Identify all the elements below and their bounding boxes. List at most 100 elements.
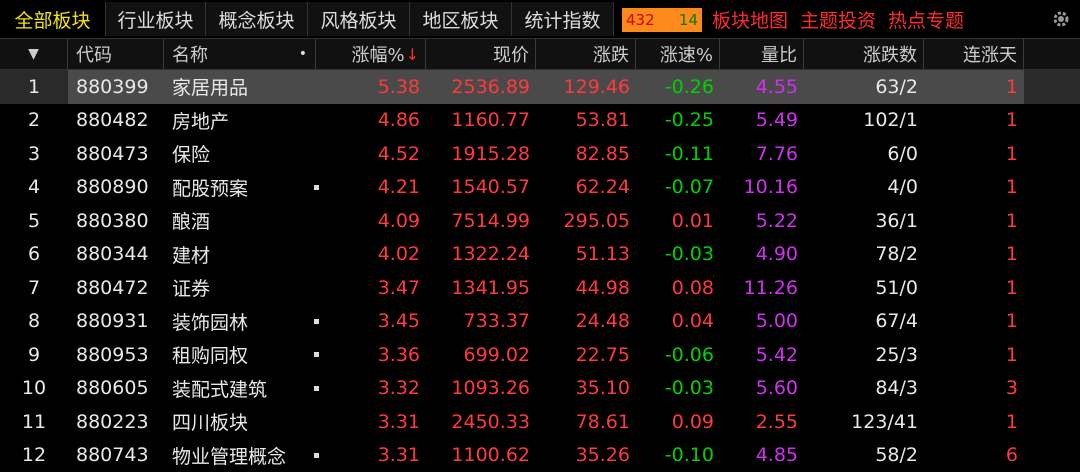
table-row[interactable]: 8880931装饰园林3.45733.3724.480.045.0067/41 (0, 305, 1080, 339)
table-row[interactable]: 9880953租购同权3.36699.0222.75-0.065.4225/31 (0, 338, 1080, 372)
sector-name[interactable]: 装饰园林 (164, 305, 316, 339)
tab-industry-sectors[interactable]: 行业板块 (106, 2, 206, 36)
tab-stat-index[interactable]: 统计指数 (512, 2, 614, 36)
header-price[interactable]: 现价 (426, 39, 536, 69)
sector-code[interactable]: 880890 (68, 171, 164, 205)
up-down-count: 84/3 (804, 372, 924, 406)
sector-name[interactable]: 证券 (164, 271, 316, 305)
change-pct: 3.45 (316, 305, 426, 339)
sector-name-label: 保险 (172, 140, 210, 167)
sector-name[interactable]: 四川板块 (164, 405, 316, 439)
sector-code[interactable]: 880953 (68, 338, 164, 372)
streak-days: 1 (924, 171, 1024, 205)
sector-name[interactable]: 装配式建筑 (164, 372, 316, 406)
speed: 0.08 (636, 271, 720, 305)
tab-region-sectors[interactable]: 地区板块 (410, 2, 512, 36)
sector-name[interactable]: 酿酒 (164, 204, 316, 238)
speed: -0.03 (636, 372, 720, 406)
gear-icon[interactable] (1042, 0, 1080, 38)
streak-days: 1 (924, 305, 1024, 339)
change-pct: 3.31 (316, 439, 426, 472)
speed: -0.10 (636, 439, 720, 472)
table-row[interactable]: 1880399家居用品5.382536.89129.46-0.264.5563/… (0, 70, 1080, 104)
volume-ratio: 5.49 (720, 104, 804, 138)
table-row[interactable]: 2880482房地产4.861160.7753.81-0.255.49102/1… (0, 104, 1080, 138)
sector-code[interactable]: 880473 (68, 137, 164, 171)
volume-ratio: 5.42 (720, 338, 804, 372)
theme-invest-link[interactable]: 主题投资 (794, 2, 882, 36)
change: 78.61 (536, 405, 636, 439)
price: 699.02 (426, 338, 536, 372)
price: 1100.62 (426, 439, 536, 472)
sector-name[interactable]: 配股预案 (164, 171, 316, 205)
speed: 0.09 (636, 405, 720, 439)
volume-ratio: 10.16 (720, 171, 804, 205)
table-row[interactable]: 6880344建材4.021322.2451.13-0.034.9078/21 (0, 238, 1080, 272)
price: 7514.99 (426, 204, 536, 238)
streak-days: 1 (924, 204, 1024, 238)
sector-name-label: 租购同权 (172, 341, 248, 368)
sort-desc-icon: ↓ (406, 45, 419, 64)
streak-days: 1 (924, 238, 1024, 272)
sector-name[interactable]: 保险 (164, 137, 316, 171)
streak-days: 1 (924, 271, 1024, 305)
sector-name[interactable]: 物业管理概念 (164, 439, 316, 472)
table-header: ▼ 代码 名称 • 涨幅%↓ 现价 涨跌 涨速% 量比 涨跌数 连涨天 (0, 38, 1080, 70)
sector-code[interactable]: 880931 (68, 305, 164, 339)
header-streak[interactable]: 连涨天 (924, 39, 1024, 69)
header-name-dot: • (299, 46, 307, 62)
header-change-pct[interactable]: 涨幅%↓ (316, 39, 426, 69)
table-row[interactable]: 12880743物业管理概念3.311100.6235.26-0.104.855… (0, 439, 1080, 472)
sector-name-label: 装饰园林 (172, 308, 248, 335)
header-updown[interactable]: 涨跌数 (804, 39, 924, 69)
chevron-down-icon[interactable]: ▼ (28, 46, 39, 62)
tab-all-sectors[interactable]: 全部板块 (0, 2, 106, 36)
table-row[interactable]: 11880223四川板块3.312450.3378.610.092.55123/… (0, 405, 1080, 439)
header-speed[interactable]: 涨速% (636, 39, 720, 69)
row-number: 5 (0, 204, 68, 238)
speed: 0.04 (636, 305, 720, 339)
sector-code[interactable]: 880399 (68, 70, 164, 104)
sector-code[interactable]: 880482 (68, 104, 164, 138)
price: 2450.33 (426, 405, 536, 439)
sector-name[interactable]: 建材 (164, 238, 316, 272)
sector-name-label: 酿酒 (172, 207, 210, 234)
table-row[interactable]: 5880380酿酒4.097514.99295.050.015.2236/11 (0, 204, 1080, 238)
sector-name[interactable]: 家居用品 (164, 70, 316, 104)
sector-code[interactable]: 880380 (68, 204, 164, 238)
change: 53.81 (536, 104, 636, 138)
header-name[interactable]: 名称 • (164, 39, 316, 69)
sector-code[interactable]: 880605 (68, 372, 164, 406)
change-pct: 4.09 (316, 204, 426, 238)
sector-name[interactable]: 租购同权 (164, 338, 316, 372)
sector-code[interactable]: 880223 (68, 405, 164, 439)
sector-code[interactable]: 880344 (68, 238, 164, 272)
volume-ratio: 2.55 (720, 405, 804, 439)
tab-style-sectors[interactable]: 风格板块 (308, 2, 410, 36)
table-row[interactable]: 10880605装配式建筑3.321093.2635.10-0.035.6084… (0, 372, 1080, 406)
row-number: 3 (0, 137, 68, 171)
sector-name[interactable]: 房地产 (164, 104, 316, 138)
change-pct: 3.47 (316, 271, 426, 305)
speed: -0.06 (636, 338, 720, 372)
volume-ratio: 7.76 (720, 137, 804, 171)
row-number: 4 (0, 171, 68, 205)
table-row[interactable]: 3880473保险4.521915.2882.85-0.117.766/01 (0, 137, 1080, 171)
header-change[interactable]: 涨跌 (536, 39, 636, 69)
decline-count: 14 (666, 11, 698, 29)
sector-code[interactable]: 880743 (68, 439, 164, 472)
advance-decline-counter: 432 14 (622, 8, 702, 32)
hot-topics-link[interactable]: 热点专题 (882, 2, 970, 36)
row-number: 1 (0, 70, 68, 104)
header-vol-ratio[interactable]: 量比 (720, 39, 804, 69)
row-number: 10 (0, 372, 68, 406)
header-code[interactable]: 代码 (68, 39, 164, 69)
column-menu-button[interactable]: ▼ (0, 39, 68, 69)
sector-code[interactable]: 880472 (68, 271, 164, 305)
table-row[interactable]: 7880472证券3.471341.9544.980.0811.2651/01 (0, 271, 1080, 305)
tab-concept-sectors[interactable]: 概念板块 (206, 2, 308, 36)
sector-map-link[interactable]: 板块地图 (706, 2, 794, 36)
table-row[interactable]: 4880890配股预案4.211540.5762.24-0.0710.164/0… (0, 171, 1080, 205)
price: 1540.57 (426, 171, 536, 205)
speed: -0.11 (636, 137, 720, 171)
